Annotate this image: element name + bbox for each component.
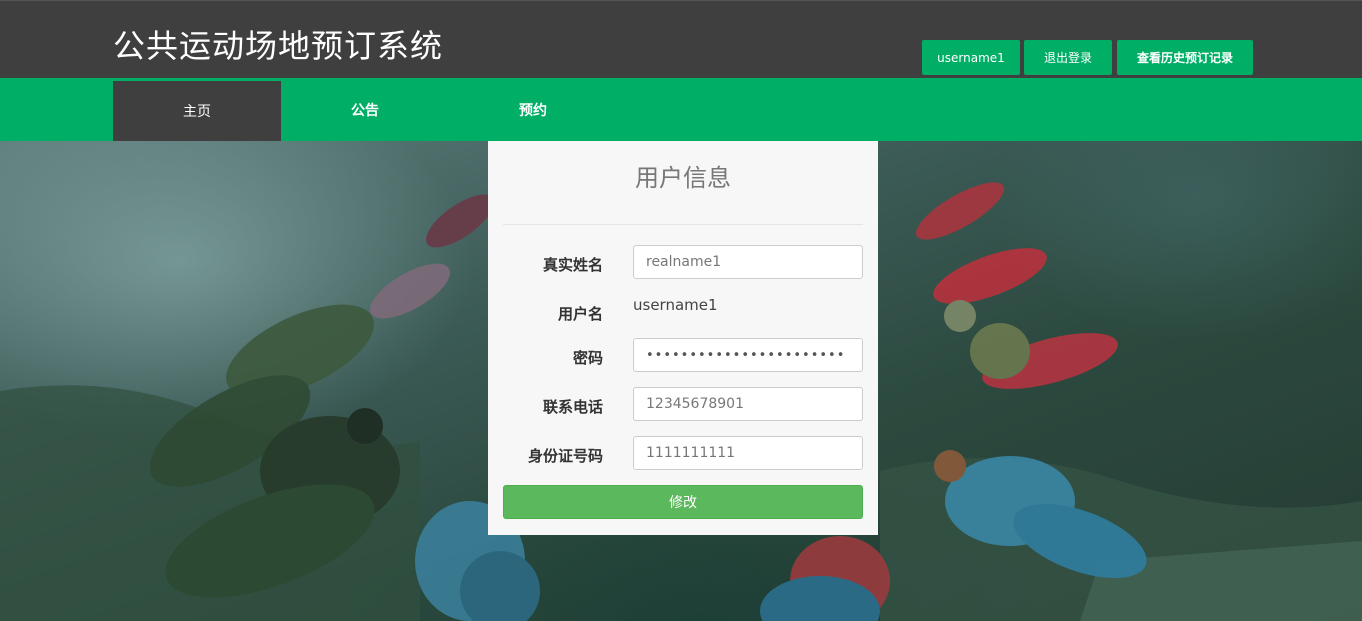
idcard-label: 身份证号码 <box>527 447 603 465</box>
realname-input[interactable]: realname1 <box>633 245 863 279</box>
site-title: 公共运动场地预订系统 <box>113 27 444 65</box>
card-title: 用户信息 <box>635 164 731 192</box>
history-button[interactable]: 查看历史预订记录 <box>1117 40 1253 75</box>
realname-label: 真实姓名 <box>542 256 603 274</box>
password-label: 密码 <box>572 349 603 367</box>
phone-input[interactable]: 12345678901 <box>633 387 863 421</box>
submit-button[interactable]: 修改 <box>503 485 863 519</box>
username-value: username1 <box>633 296 718 314</box>
nav-item-announcements[interactable]: 公告 <box>281 78 449 141</box>
user-info-card: 用户信息 真实姓名 realname1 用户名 username1 密码 •••… <box>488 141 878 535</box>
nav-item-home[interactable]: 主页 <box>113 81 281 141</box>
top-header: 公共运动场地预订系统 username1 退出登录 查看历史预订记录 <box>0 0 1362 78</box>
password-input[interactable]: ••••••••••••••••••••••• <box>633 338 863 372</box>
username-label: 用户名 <box>557 305 603 323</box>
idcard-input[interactable]: 1111111111 <box>633 436 863 470</box>
phone-label: 联系电话 <box>542 398 603 416</box>
main-nav: 主页 公告 预约 <box>0 78 1362 141</box>
divider <box>503 224 863 225</box>
username-button[interactable]: username1 <box>922 40 1020 75</box>
logout-button[interactable]: 退出登录 <box>1024 40 1112 75</box>
nav-item-reservation[interactable]: 预约 <box>449 78 617 141</box>
